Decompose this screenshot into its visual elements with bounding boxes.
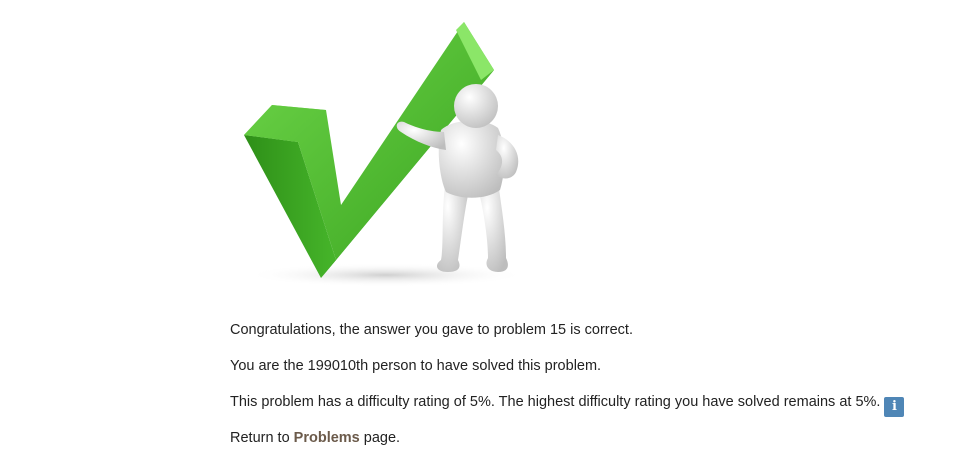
success-illustration (236, 10, 536, 290)
difficulty-text: This problem has a difficulty rating of … (230, 394, 881, 410)
return-message: Return to Problems page. (230, 428, 400, 448)
problems-link[interactable]: Problems (294, 430, 360, 446)
congratulations-message: Congratulations, the answer you gave to … (230, 322, 633, 338)
return-suffix: page. (359, 430, 401, 446)
return-prefix: Return to (230, 430, 294, 446)
checkmark-with-figure-icon (244, 22, 526, 287)
difficulty-message: This problem has a difficulty rating of … (230, 392, 905, 417)
info-icon[interactable]: i (884, 397, 905, 417)
solver-rank-message: You are the 199010th person to have solv… (230, 358, 602, 374)
